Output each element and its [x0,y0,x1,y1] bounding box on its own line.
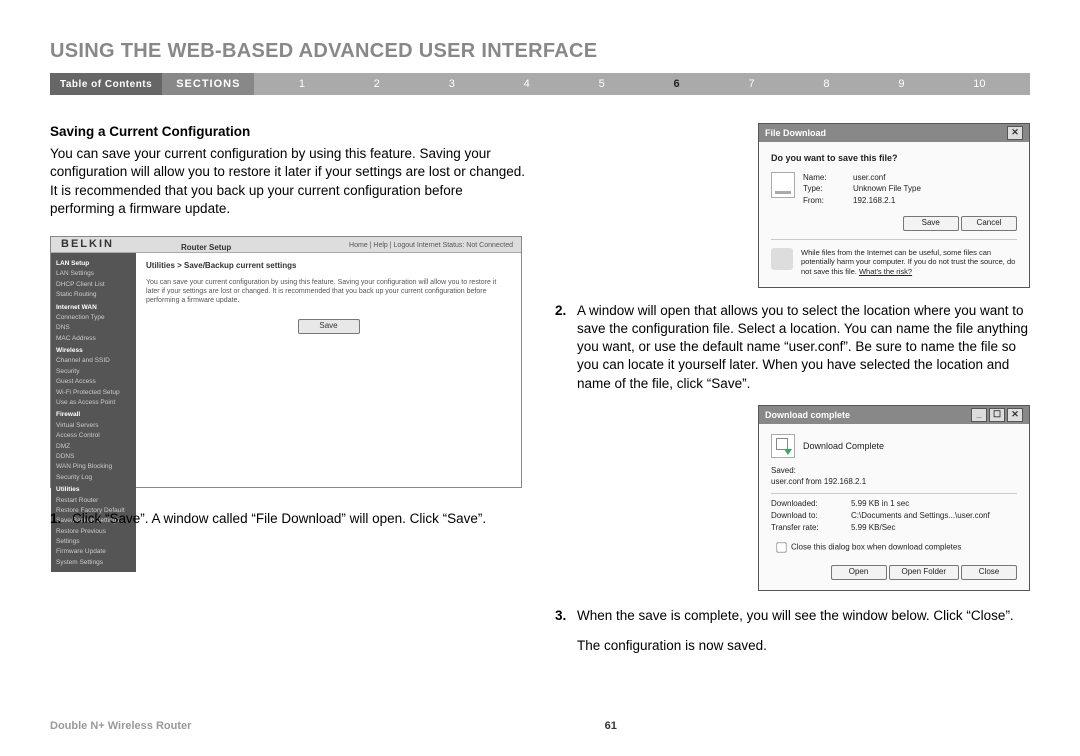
step-2-text: A window will open that allows you to se… [577,302,1030,393]
fd-from-value: 192.168.2.1 [853,196,895,205]
file-download-question: Do you want to save this file? [771,152,1017,164]
sidebar-item[interactable]: Channel and SSID [56,356,131,366]
sidebar-item[interactable]: Security [56,367,131,377]
close-icon[interactable]: ✕ [1007,126,1023,140]
section-8-link[interactable]: 8 [823,78,829,90]
dc-saved-label: Saved: [771,466,1017,477]
section-subhead: Saving a Current Configuration [50,123,525,141]
dc-saved-value: user.conf from 192.168.2.1 [771,477,1017,488]
section-7-link[interactable]: 7 [748,78,754,90]
fd-type-value: Unknown File Type [853,184,921,193]
fd-from-label: From: [803,195,853,206]
router-admin-screenshot: BELKIN Router Setup Home | Help | Logout… [50,236,522,488]
fd-name-label: Name: [803,172,853,183]
sidebar-group-utilities: Utilities [56,485,131,495]
belkin-logo: BELKIN [61,237,114,252]
dc-open-folder-button[interactable]: Open Folder [889,565,959,580]
section-numbers: 1 2 3 4 5 6 7 8 9 10 [254,73,1030,95]
dc-rate-label: Transfer rate: [771,522,851,534]
dc-close-button[interactable]: Close [961,565,1017,580]
sidebar-item[interactable]: DNS [56,323,131,333]
section-nav: Table of Contents SECTIONS 1 2 3 4 5 6 7… [50,73,1030,95]
right-column: File Download ✕ Do you want to save this… [555,123,1030,664]
sidebar-item[interactable]: Security Log [56,473,131,483]
download-icon [771,434,795,458]
dc-to-label: Download to: [771,510,851,522]
section-1-link[interactable]: 1 [299,78,305,90]
section-2-link[interactable]: 2 [374,78,380,90]
dc-open-button[interactable]: Open [831,565,887,580]
footer-product: Double N+ Wireless Router [50,720,191,732]
sidebar-item[interactable]: Restore Previous Settings [56,527,131,548]
sidebar-item[interactable]: Guest Access [56,377,131,387]
sidebar-group-wireless: Wireless [56,346,131,356]
final-note: The configuration is now saved. [577,637,1030,655]
sidebar-item[interactable]: Restart Router [56,496,131,506]
fd-cancel-button[interactable]: Cancel [961,216,1017,231]
section-3-link[interactable]: 3 [449,78,455,90]
sidebar-item[interactable]: Access Control [56,431,131,441]
fd-type-label: Type: [803,183,853,194]
dc-downloaded-label: Downloaded: [771,498,851,510]
step-3-number: 3. [555,607,577,625]
shield-icon [771,248,793,270]
toc-link[interactable]: Table of Contents [50,73,162,95]
maximize-icon[interactable]: ☐ [989,408,1005,422]
sidebar-item[interactable]: Connection Type [56,313,131,323]
sidebar-item[interactable]: DMZ [56,442,131,452]
fd-name-value: user.conf [853,173,885,182]
dc-to-value: C:\Documents and Settings...\user.conf [851,510,990,522]
router-description: You can save your current configuration … [146,278,511,305]
sidebar-item[interactable]: Static Routing [56,290,131,300]
dc-heading: Download Complete [803,440,884,452]
section-4-link[interactable]: 4 [524,78,530,90]
minimize-icon[interactable]: _ [971,408,987,422]
dc-close-checkbox[interactable] [776,543,786,553]
sections-label: SECTIONS [162,73,254,95]
section-5-link[interactable]: 5 [599,78,605,90]
sidebar-item[interactable]: MAC Address [56,334,131,344]
dc-title: Download complete [765,409,850,421]
step-3-text: When the save is complete, you will see … [577,607,1030,625]
file-icon [771,172,795,198]
sidebar-group-wan: Internet WAN [56,303,131,313]
sidebar-item[interactable]: DHCP Client List [56,280,131,290]
router-save-button[interactable]: Save [298,319,360,334]
page-number: 61 [605,720,617,732]
sidebar-item[interactable]: LAN Settings [56,269,131,279]
fd-save-button[interactable]: Save [903,216,959,231]
sidebar-item[interactable]: Virtual Servers [56,421,131,431]
sidebar-item[interactable]: Wi-Fi Protected Setup [56,388,131,398]
left-column: Saving a Current Configuration You can s… [50,123,525,664]
intro-paragraph: You can save your current configuration … [50,145,525,218]
sidebar-item[interactable]: System Settings [56,558,131,568]
sidebar-item[interactable]: DDNS [56,452,131,462]
dc-checkbox-label: Close this dialog box when download comp… [791,543,961,552]
file-download-title: File Download [765,127,826,139]
step-1-text: Click “Save”. A window called “File Down… [72,510,525,528]
step-2-number: 2. [555,302,577,393]
router-header-links: Home | Help | Logout Internet Status: No… [349,241,513,250]
sidebar-item[interactable]: Firmware Update [56,547,131,557]
step-1-number: 1. [50,510,72,528]
sidebar-group-lan: LAN Setup [56,259,131,269]
dc-downloaded-value: 5.99 KB in 1 sec [851,498,909,510]
router-breadcrumb: Utilities > Save/Backup current settings [146,261,511,272]
section-10-link[interactable]: 10 [973,78,985,90]
download-complete-dialog: Download complete _ ☐ ✕ Download Complet… [758,405,1030,591]
section-9-link[interactable]: 9 [898,78,904,90]
close-icon[interactable]: ✕ [1007,408,1023,422]
router-header-title: Router Setup [181,243,231,254]
page-title: USING THE WEB-BASED ADVANCED USER INTERF… [50,40,1030,63]
dc-rate-value: 5.99 KB/Sec [851,522,895,534]
sidebar-item[interactable]: Use as Access Point [56,398,131,408]
file-download-dialog: File Download ✕ Do you want to save this… [758,123,1030,288]
section-6-link[interactable]: 6 [674,78,680,90]
sidebar-group-firewall: Firewall [56,410,131,420]
fd-risk-link[interactable]: What's the risk? [859,267,912,276]
sidebar-item[interactable]: WAN Ping Blocking [56,462,131,472]
